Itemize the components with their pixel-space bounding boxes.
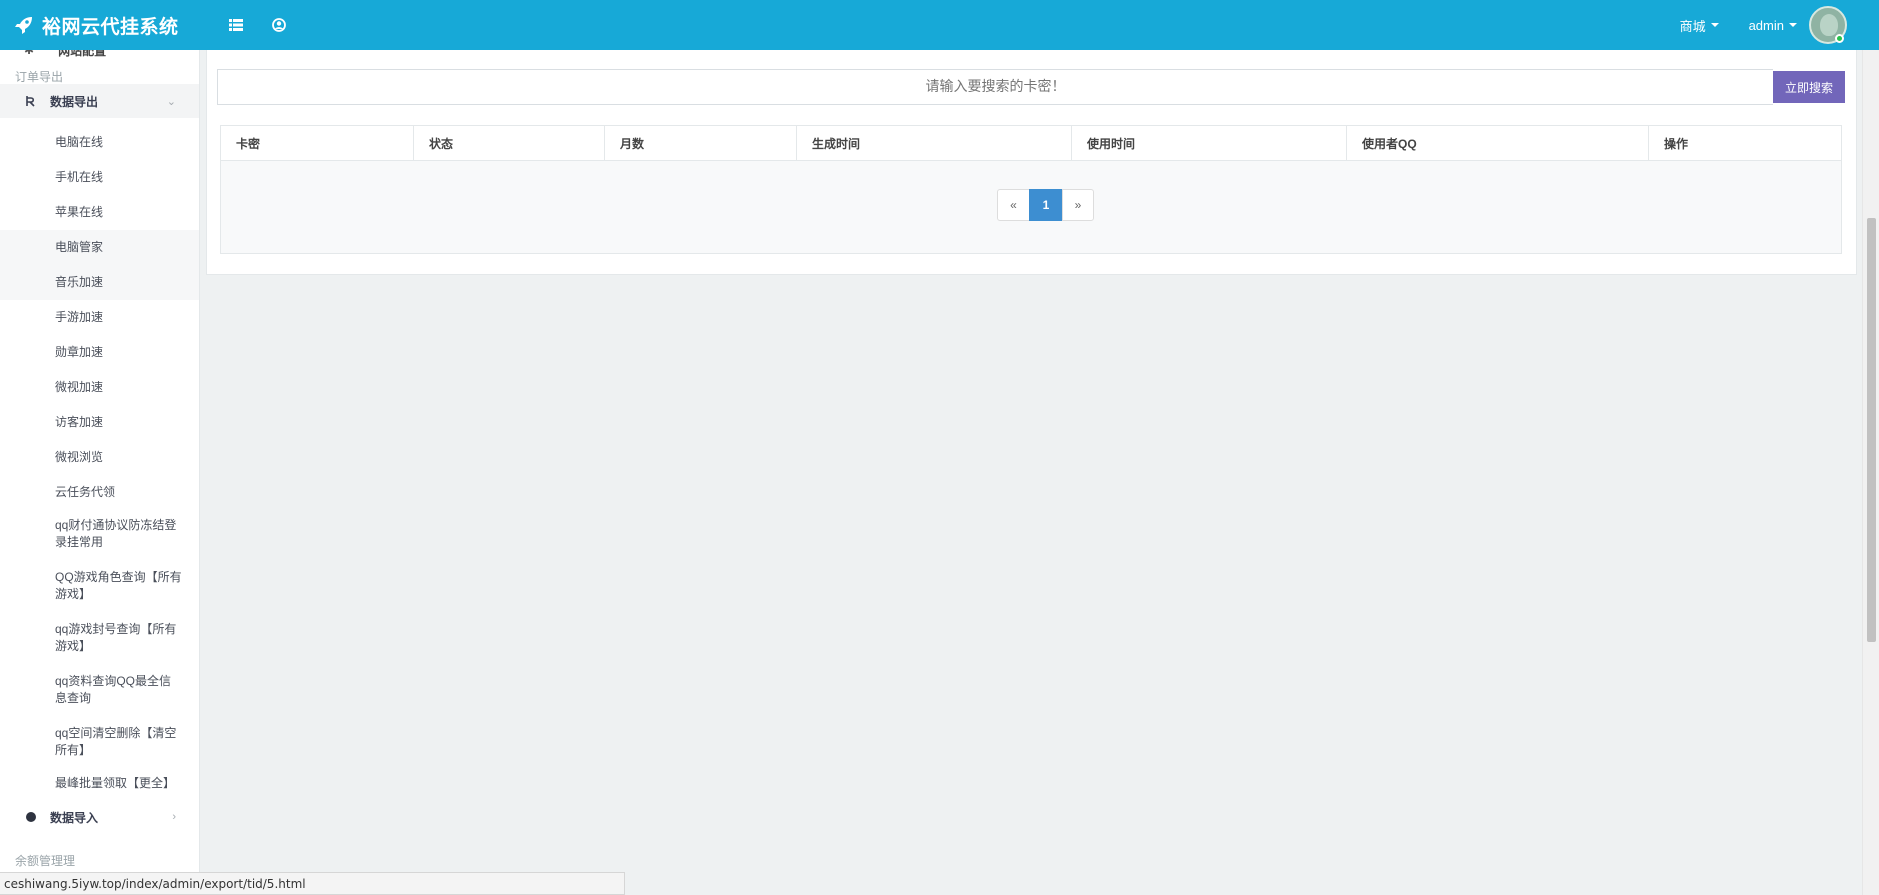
search-input[interactable] bbox=[217, 69, 1773, 105]
sidebar-section-balance: 余额管理理 bbox=[15, 854, 76, 868]
caret-down-icon bbox=[1710, 23, 1719, 27]
top-navbar: 裕网云代挂系统 商城 admin bbox=[0, 0, 1879, 50]
user-circle-icon[interactable] bbox=[270, 16, 288, 34]
brand[interactable]: 裕网云代挂系统 bbox=[0, 0, 200, 50]
app-title: 裕网云代挂系统 bbox=[42, 15, 179, 38]
search-button[interactable]: 立即搜索 bbox=[1773, 71, 1845, 103]
column-header[interactable]: 状态 bbox=[414, 126, 605, 161]
user-dropdown[interactable]: admin bbox=[1749, 18, 1797, 33]
page-scrollbar[interactable] bbox=[1862, 50, 1879, 895]
gear-icon: ✱ bbox=[24, 50, 35, 57]
chevron-right-icon: › bbox=[172, 811, 176, 823]
caret-down-icon bbox=[1789, 23, 1797, 27]
sidebar-item[interactable]: qq游戏封号查询【所有游戏】 bbox=[0, 616, 199, 660]
sidebar-group-label: 数据导入 bbox=[50, 810, 99, 825]
sidebar-item[interactable]: 苹果在线 bbox=[0, 195, 199, 230]
sidebar-item[interactable]: qq资料查询QQ最全信息查询 bbox=[0, 668, 199, 712]
rocket-icon bbox=[14, 15, 34, 35]
sidebar-item[interactable]: 手机在线 bbox=[0, 160, 199, 195]
page-button-current[interactable]: 1 bbox=[1029, 189, 1063, 221]
column-header[interactable]: 使用时间 bbox=[1072, 126, 1347, 161]
sidebar-item-site-config[interactable]: ✱ 网站配置 bbox=[24, 50, 106, 58]
chevron-down-icon: ⌄ bbox=[166, 95, 176, 108]
menu-list-icon[interactable] bbox=[227, 16, 245, 34]
card-table: 卡密 状态 月数 生成时间 使用时间 使用者QQ 操作 « 1 » bbox=[220, 125, 1842, 254]
column-header[interactable]: 卡密 bbox=[221, 126, 414, 161]
export-panel: 立即搜索 卡密 状态 月数 生成时间 使用时间 使用者QQ 操作 « 1 » bbox=[206, 50, 1857, 275]
mall-dropdown[interactable]: 商城 bbox=[1680, 16, 1719, 35]
sidebar-item[interactable]: 最峰批量领取【更全】 bbox=[0, 766, 199, 801]
user-label: admin bbox=[1748, 17, 1784, 33]
column-header[interactable]: 使用者QQ bbox=[1347, 126, 1649, 161]
sidebar-item[interactable]: 云任务代领 bbox=[0, 475, 199, 510]
browser-status-bar: ceshiwang.5iyw.top/index/admin/export/ti… bbox=[0, 872, 625, 895]
column-header[interactable]: 月数 bbox=[605, 126, 797, 161]
online-status-icon bbox=[1835, 34, 1844, 43]
sidebar-section-order-export: 订单导出 bbox=[15, 70, 64, 84]
pagination: « 1 » bbox=[997, 189, 1094, 221]
sidebar-item[interactable]: 电脑管家 bbox=[0, 230, 199, 265]
sidebar-group-data-export[interactable]: 数据导出 ⌄ bbox=[0, 84, 199, 118]
sidebar-item[interactable]: 音乐加速 bbox=[0, 265, 199, 300]
sidebar-item[interactable]: 访客加速 bbox=[0, 405, 199, 440]
search-bar: 立即搜索 bbox=[217, 69, 1845, 105]
sidebar-item[interactable]: 勋章加速 bbox=[0, 335, 199, 370]
sidebar-item[interactable]: qq财付通协议防冻结登录挂常用 bbox=[0, 512, 199, 556]
column-header[interactable]: 生成时间 bbox=[797, 126, 1072, 161]
sidebar: ✱ 网站配置 订单导出 数据导出 ⌄ 电脑在线 手机在线 苹果在线 电脑管家 音… bbox=[0, 50, 200, 895]
sidebar-item[interactable]: 电脑在线 bbox=[0, 125, 199, 160]
sidebar-item[interactable]: 手游加速 bbox=[0, 300, 199, 335]
export-icon bbox=[24, 94, 38, 108]
sidebar-group-data-import[interactable]: 数据导入 › bbox=[0, 800, 199, 834]
column-header[interactable]: 操作 bbox=[1649, 126, 1841, 161]
mall-label: 商城 bbox=[1679, 18, 1706, 34]
next-page-button[interactable]: » bbox=[1062, 189, 1094, 221]
sidebar-item[interactable]: 微视浏览 bbox=[0, 440, 199, 475]
sidebar-item[interactable]: qq空间清空删除【清空所有】 bbox=[0, 720, 199, 764]
table-header: 卡密 状态 月数 生成时间 使用时间 使用者QQ 操作 bbox=[221, 126, 1841, 161]
sidebar-group-label: 数据导出 bbox=[50, 94, 99, 109]
sidebar-item-label: 网站配置 bbox=[58, 50, 107, 58]
circle-dot-icon bbox=[24, 810, 38, 824]
scrollbar-thumb[interactable] bbox=[1867, 218, 1876, 642]
sidebar-item[interactable]: QQ游戏角色查询【所有游戏】 bbox=[0, 564, 199, 608]
sidebar-item[interactable]: 微视加速 bbox=[0, 370, 199, 405]
prev-page-button[interactable]: « bbox=[997, 189, 1030, 221]
